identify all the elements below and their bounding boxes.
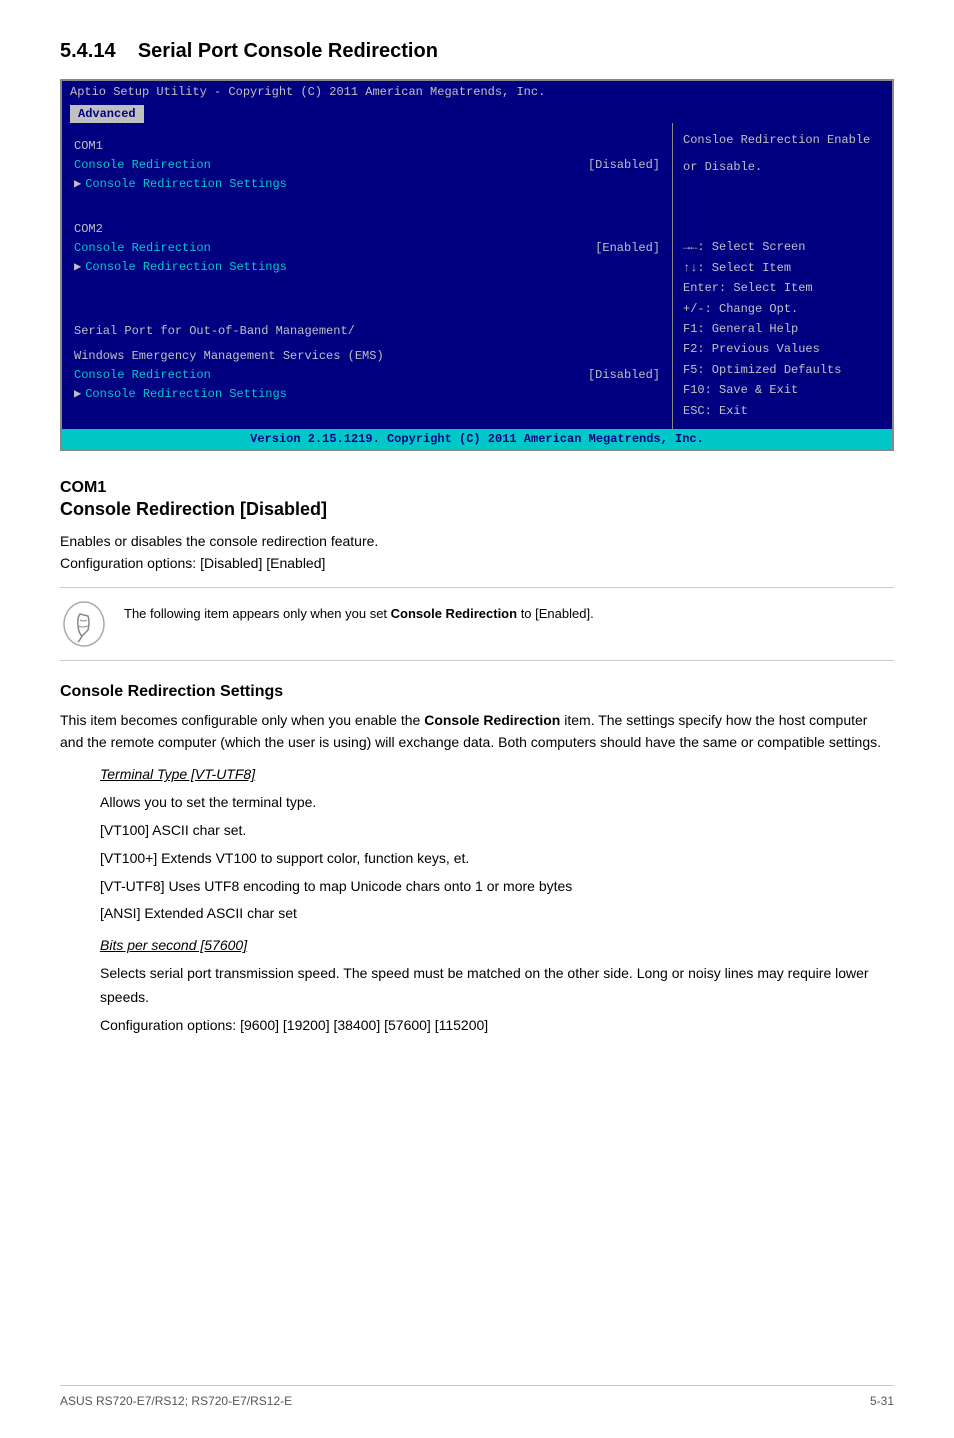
bios-help-line2: or Disable. (683, 158, 882, 177)
key-change-opt: +/-: Change Opt. (683, 299, 882, 319)
com2-console-item[interactable]: Console Redirection [Enabled] (74, 239, 660, 258)
bios-tab-advanced[interactable]: Advanced (70, 105, 144, 123)
vt100-line: [VT100] ASCII char set. (100, 819, 894, 843)
com1-label: COM1 (74, 137, 660, 156)
bits-desc: Selects serial port transmission speed. … (100, 962, 894, 1010)
doc-sub-heading: Console Redirection [Disabled] (60, 499, 894, 520)
key-f10: F10: Save & Exit (683, 380, 882, 400)
bios-left-panel: COM1 Console Redirection [Disabled] ▶Con… (62, 123, 672, 429)
doc-para1: This item becomes configurable only when… (60, 709, 894, 754)
key-select-screen: →←: Select Screen (683, 237, 882, 257)
key-enter: Enter: Select Item (683, 278, 882, 298)
key-f1: F1: General Help (683, 319, 882, 339)
footer-right: 5-31 (870, 1394, 894, 1408)
footer-left: ASUS RS720-E7/RS12; RS720-E7/RS12-E (60, 1394, 292, 1408)
ems-settings-item[interactable]: ▶Console Redirection Settings (74, 385, 660, 404)
page-footer: ASUS RS720-E7/RS12; RS720-E7/RS12-E 5-31 (60, 1385, 894, 1408)
bios-right-panel: Consloe Redirection Enable or Disable. →… (672, 123, 892, 429)
bios-main-area: COM1 Console Redirection [Disabled] ▶Con… (62, 123, 892, 429)
bios-tab-bar: Advanced (62, 103, 892, 123)
ems-console-item[interactable]: Console Redirection [Disabled] (74, 366, 660, 385)
key-esc: ESC: Exit (683, 401, 882, 421)
com1-settings-item[interactable]: ▶Console Redirection Settings (74, 175, 660, 194)
bios-screen: Aptio Setup Utility - Copyright (C) 2011… (60, 79, 894, 451)
terminal-type-label: Terminal Type [VT-UTF8] (100, 763, 894, 787)
bios-help-line1: Consloe Redirection Enable (683, 131, 882, 150)
vt100plus-line: [VT100+] Extends VT100 to support color,… (100, 847, 894, 871)
key-f2: F2: Previous Values (683, 339, 882, 359)
note-text: The following item appears only when you… (124, 600, 594, 624)
note-icon (60, 600, 108, 648)
doc-section: COM1 Console Redirection [Disabled] Enab… (60, 479, 894, 1038)
doc-body1: Enables or disables the console redirect… (60, 530, 894, 575)
bits-label: Bits per second [57600] (100, 934, 894, 958)
ems-label1: Serial Port for Out-of-Band Management/ (74, 322, 660, 341)
section-title: 5.4.14 Serial Port Console Redirection (60, 40, 894, 63)
bios-bottom-bar: Version 2.15.1219. Copyright (C) 2011 Am… (62, 429, 892, 449)
ems-label2: Windows Emergency Management Services (E… (74, 347, 660, 366)
com1-console-item[interactable]: Console Redirection [Disabled] (74, 156, 660, 175)
com2-settings-item[interactable]: ▶Console Redirection Settings (74, 258, 660, 277)
com2-label: COM2 (74, 220, 660, 239)
key-select-item: ↑↓: Select Item (683, 258, 882, 278)
ansi-line: [ANSI] Extended ASCII char set (100, 902, 894, 926)
doc-com-heading: COM1 (60, 479, 894, 497)
key-f5: F5: Optimized Defaults (683, 360, 882, 380)
bios-top-bar: Aptio Setup Utility - Copyright (C) 2011… (62, 81, 892, 103)
terminal-type-desc: Allows you to set the terminal type. (100, 791, 894, 815)
vtutf8-line: [VT-UTF8] Uses UTF8 encoding to map Unic… (100, 875, 894, 899)
bits-options: Configuration options: [9600] [19200] [3… (100, 1014, 894, 1038)
bios-keys: →←: Select Screen ↑↓: Select Item Enter:… (683, 237, 882, 421)
note-box: The following item appears only when you… (60, 587, 894, 661)
section2-heading: Console Redirection Settings (60, 683, 894, 701)
